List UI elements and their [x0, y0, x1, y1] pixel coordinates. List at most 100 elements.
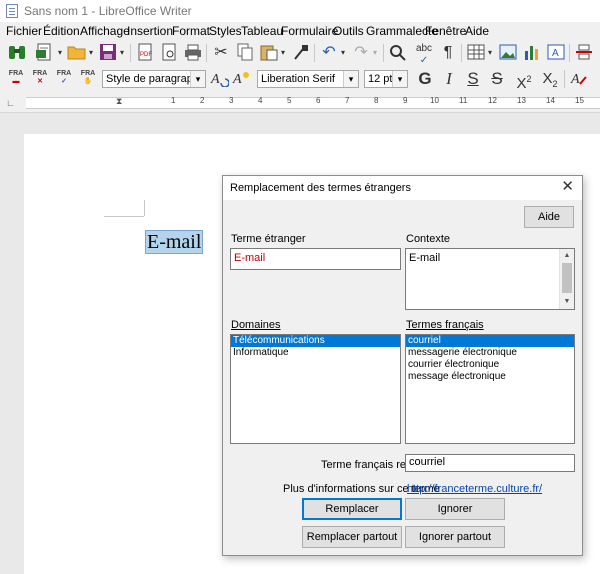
- insert-image-icon[interactable]: [497, 43, 519, 63]
- grammalecte-check-icon[interactable]: FRA ▬: [6, 70, 26, 88]
- insert-chart-icon[interactable]: [521, 43, 543, 63]
- toolbar-separator: [130, 44, 131, 62]
- french-term-item[interactable]: courriel: [406, 335, 574, 347]
- menu-fichier[interactable]: Fichier: [6, 24, 42, 38]
- menu-formulaire[interactable]: Formulaire: [281, 24, 338, 38]
- menu-aide[interactable]: Aide: [465, 24, 489, 38]
- menu-insertion[interactable]: Insertion: [127, 24, 173, 38]
- domain-item[interactable]: Informatique: [231, 347, 400, 359]
- svg-text:A: A: [570, 72, 580, 87]
- insert-textbox-icon[interactable]: A: [545, 43, 567, 63]
- page-break-icon[interactable]: [573, 43, 595, 63]
- undo-icon[interactable]: ↶: [318, 43, 340, 63]
- scroll-down-icon[interactable]: ▼: [560, 296, 574, 308]
- new-style-icon[interactable]: A: [230, 69, 252, 89]
- menu-format[interactable]: Format: [172, 24, 210, 38]
- chevron-down-icon[interactable]: ▾: [56, 43, 64, 63]
- replace-all-button[interactable]: Remplacer partout: [302, 526, 402, 548]
- french-term-item[interactable]: message électronique: [406, 371, 574, 383]
- font-name-value: Liberation Serif: [261, 73, 335, 85]
- chevron-down-icon[interactable]: ▾: [87, 43, 95, 63]
- chevron-down-icon[interactable]: ▾: [118, 43, 126, 63]
- menu-affichage[interactable]: Affichage: [80, 24, 130, 38]
- formatting-marks-icon[interactable]: ¶: [437, 43, 459, 63]
- clear-formatting-icon[interactable]: A: [568, 69, 590, 89]
- toolbar-separator: [314, 44, 315, 62]
- chevron-down-icon[interactable]: ▾: [279, 43, 287, 63]
- chevron-down-icon[interactable]: ▾: [392, 71, 407, 87]
- chevron-down-icon[interactable]: ▾: [486, 43, 494, 63]
- menu-styles[interactable]: Styles: [209, 24, 242, 38]
- menu-tableau[interactable]: Tableau: [241, 24, 283, 38]
- close-icon[interactable]: ✕: [561, 179, 574, 195]
- french-terms-list[interactable]: courriel messagerie électronique courrie…: [405, 334, 575, 444]
- font-size-combo[interactable]: 12 pt ▾: [364, 70, 408, 88]
- foreign-term-field[interactable]: E-mail: [230, 248, 401, 270]
- copy-icon[interactable]: [234, 43, 256, 63]
- binoculars-icon[interactable]: [6, 43, 28, 63]
- scroll-thumb[interactable]: [562, 263, 572, 293]
- context-scrollbar[interactable]: ▲ ▼: [559, 249, 574, 309]
- tab-stop-icon[interactable]: ∟: [6, 98, 15, 108]
- dialog-titlebar: Remplacement des termes étrangers ✕: [223, 176, 582, 200]
- french-term-item[interactable]: courrier électronique: [406, 359, 574, 371]
- superscript-button[interactable]: X2: [512, 69, 536, 92]
- subscript-button[interactable]: X2: [538, 69, 562, 89]
- indent-marker-icon[interactable]: ⧗: [116, 96, 122, 107]
- paragraph-style-combo[interactable]: Style de paragraphe par ▾: [102, 70, 206, 88]
- menu-outils[interactable]: Outils: [333, 24, 364, 38]
- find-replace-icon[interactable]: [387, 43, 409, 63]
- selected-word[interactable]: E-mail: [145, 230, 204, 254]
- retained-term-field[interactable]: courriel: [405, 454, 575, 472]
- new-document-icon[interactable]: [34, 43, 56, 63]
- print-preview-icon[interactable]: [158, 43, 180, 63]
- chevron-down-icon[interactable]: ▾: [190, 71, 205, 87]
- menu-edition[interactable]: Édition: [43, 24, 80, 38]
- open-folder-icon[interactable]: [66, 43, 88, 63]
- redo-icon[interactable]: ↷: [350, 43, 372, 63]
- ignore-all-button[interactable]: Ignorer partout: [405, 526, 505, 548]
- chevron-down-icon[interactable]: ▾: [371, 43, 379, 63]
- strikethrough-button[interactable]: S: [486, 69, 508, 89]
- grammalecte-options-icon[interactable]: FRA ✋: [78, 70, 98, 88]
- french-term-item[interactable]: messagerie électronique: [406, 347, 574, 359]
- clone-formatting-icon[interactable]: [290, 43, 312, 63]
- paste-icon[interactable]: [258, 43, 280, 63]
- ruler-number: 15: [575, 96, 584, 105]
- font-name-combo[interactable]: Liberation Serif ▾: [257, 70, 359, 88]
- grammalecte-validate-icon[interactable]: FRA ✓: [54, 70, 74, 88]
- spelling-icon[interactable]: abc ✓: [413, 43, 435, 66]
- toolbar-separator: [206, 44, 207, 62]
- cut-icon[interactable]: ✂: [210, 43, 232, 63]
- domain-item[interactable]: Télécommunications: [231, 335, 400, 347]
- update-style-icon[interactable]: A: [208, 69, 230, 89]
- ruler-number: 8: [374, 96, 379, 105]
- domains-list[interactable]: Télécommunications Informatique: [230, 334, 401, 444]
- print-icon[interactable]: [182, 43, 204, 63]
- window-title: Sans nom 1 - LibreOffice Writer: [24, 4, 192, 18]
- chevron-down-icon[interactable]: ▾: [343, 71, 358, 87]
- insert-table-icon[interactable]: [465, 43, 487, 63]
- grammalecte-clear-icon[interactable]: FRA ✕: [30, 70, 50, 88]
- franceterme-link[interactable]: http://franceterme.culture.fr/: [407, 483, 542, 495]
- chevron-down-icon[interactable]: ▾: [339, 43, 347, 63]
- help-button[interactable]: Aide: [524, 206, 574, 228]
- ignore-button[interactable]: Ignorer: [405, 498, 505, 520]
- bold-button[interactable]: G: [414, 69, 436, 89]
- scroll-up-icon[interactable]: ▲: [560, 250, 574, 262]
- horizontal-ruler[interactable]: ∟ ⧗ 1 2 3 4 5 6 7 8 9 10 11 12 13 14 15: [0, 92, 600, 113]
- save-icon[interactable]: [97, 43, 119, 63]
- foreign-term-label: Terme étranger: [231, 233, 306, 245]
- foreign-terms-dialog: Remplacement des termes étrangers ✕ Aide…: [222, 175, 583, 556]
- text-boundary-mark: [104, 216, 144, 217]
- underline-button[interactable]: S: [462, 69, 484, 89]
- menu-fenetre[interactable]: Fenêtre: [425, 24, 466, 38]
- svg-text:A: A: [552, 48, 559, 59]
- export-pdf-icon[interactable]: PDF: [134, 43, 156, 63]
- toolbar-separator: [461, 44, 462, 62]
- replace-button[interactable]: Remplacer: [302, 498, 402, 520]
- ruler-number: 13: [517, 96, 526, 105]
- text-boundary-mark: [144, 200, 145, 216]
- italic-button[interactable]: I: [438, 69, 460, 89]
- context-field[interactable]: E-mail ▲ ▼: [405, 248, 575, 310]
